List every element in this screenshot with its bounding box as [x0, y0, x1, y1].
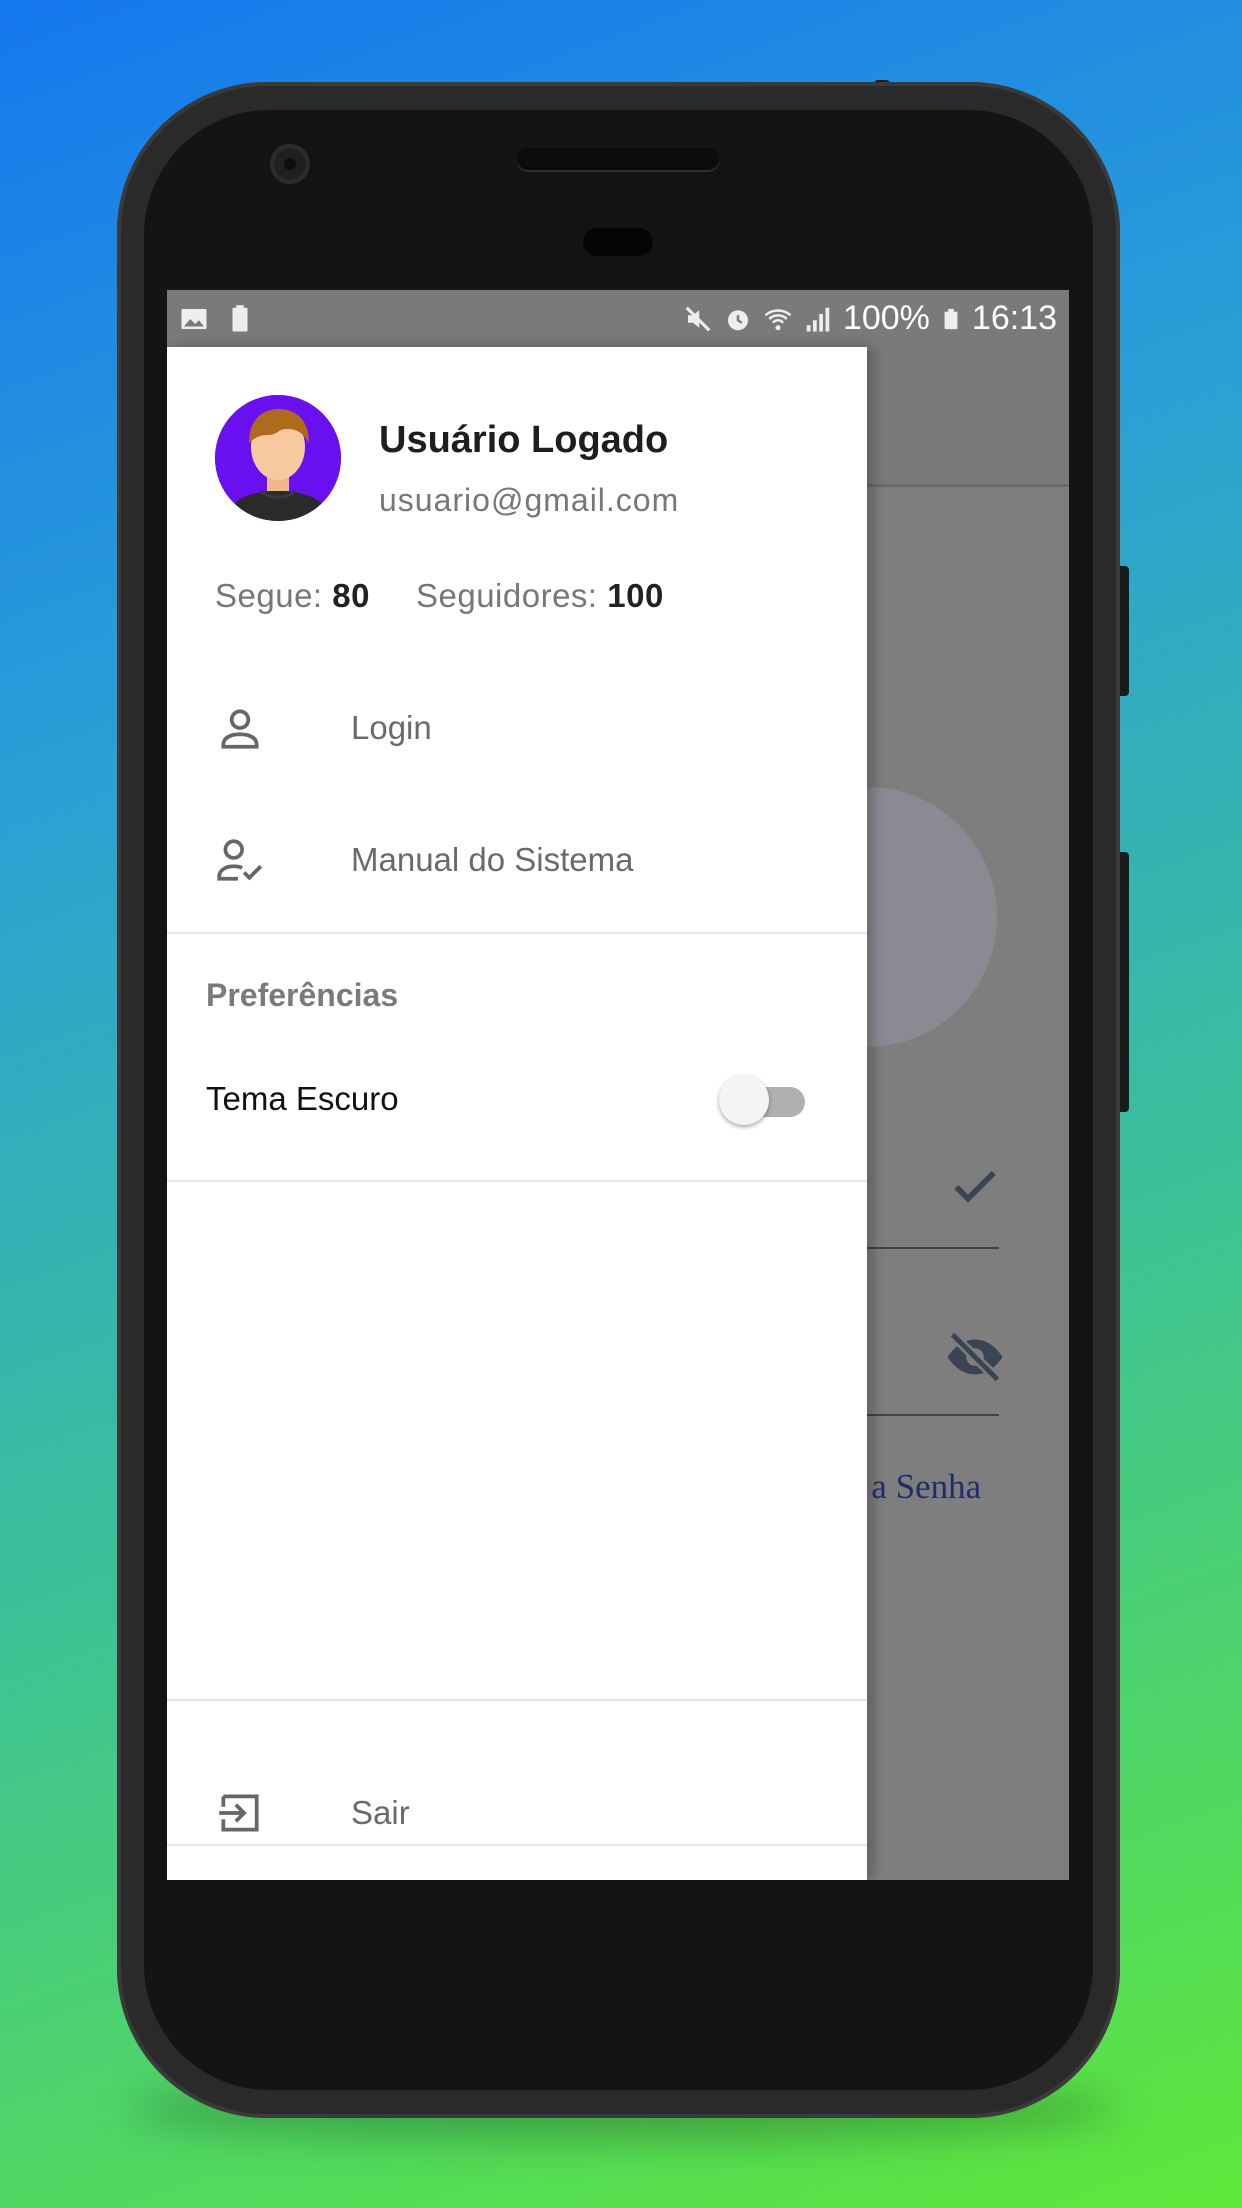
app-content: a a Senha Usuário Logado usuario@gmail.c… — [167, 347, 1069, 1880]
divider — [167, 932, 867, 934]
mute-icon — [685, 306, 711, 331]
menu-item-label: Manual do Sistema — [351, 841, 634, 878]
signal-icon — [806, 307, 830, 331]
person-check-icon — [217, 839, 263, 881]
toggle-thumb — [719, 1075, 769, 1125]
image-icon — [181, 308, 207, 329]
forgot-password-link[interactable]: a a Senha — [847, 1467, 981, 1507]
menu-item-manual[interactable]: Manual do Sistema — [167, 815, 867, 905]
user-email: usuario@gmail.com — [379, 482, 680, 518]
dark-theme-label: Tema Escuro — [206, 1080, 399, 1117]
person-icon — [221, 709, 259, 749]
clock: 16:13 — [971, 299, 1057, 337]
followers-label: Seguidores: — [415, 577, 598, 614]
divider — [167, 1180, 867, 1182]
battery-saver-icon — [232, 304, 248, 331]
background-email-field-underline — [867, 1247, 999, 1249]
followers-stat: Seguidores: 100 — [416, 577, 664, 615]
user-name: Usuário Logado — [379, 419, 669, 461]
background-app-bar — [867, 347, 1069, 487]
avatar[interactable] — [215, 395, 341, 521]
menu-item-label: Sair — [351, 1794, 410, 1831]
background-password-field-underline — [867, 1414, 999, 1416]
follow-stats: Segue: 80 Seguidores: 100 — [215, 577, 664, 615]
visibility-off-icon[interactable] — [945, 1327, 1005, 1387]
logout-icon — [219, 1794, 259, 1832]
earpiece-speaker — [517, 148, 719, 170]
dark-theme-toggle[interactable] — [719, 1074, 819, 1126]
divider — [167, 1844, 867, 1846]
following-label: Segue: — [215, 577, 323, 614]
battery-icon — [944, 308, 958, 329]
front-camera — [270, 144, 310, 184]
followers-value: 100 — [607, 577, 664, 614]
check-icon — [954, 1170, 996, 1203]
following-stat: Segue: 80 — [215, 577, 370, 615]
proximity-sensor — [583, 228, 653, 256]
avatar-illustration — [215, 395, 341, 521]
navigation-drawer: Usuário Logado usuario@gmail.com Segue: … — [167, 347, 867, 1880]
status-bar: 100% 16:13 — [167, 290, 1069, 347]
menu-item-label: Login — [351, 709, 432, 746]
following-value: 80 — [332, 577, 370, 614]
divider — [167, 1699, 867, 1701]
alarm-icon — [727, 309, 748, 330]
wifi-icon — [764, 308, 792, 330]
background-login-screen[interactable]: a a Senha — [737, 347, 1069, 1880]
screen: 100% 16:13 a a Senha Usuário Logado usua… — [167, 290, 1069, 1880]
preferences-section-title: Preferências — [206, 977, 399, 1013]
menu-item-login[interactable]: Login — [167, 683, 867, 773]
battery-percent: 100% — [842, 299, 930, 337]
